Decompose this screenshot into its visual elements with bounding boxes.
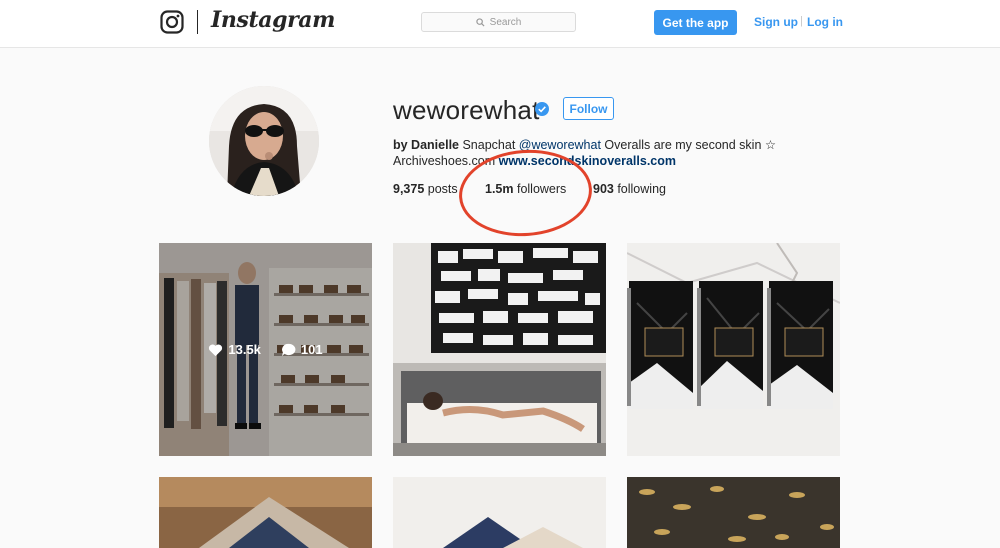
search-placeholder: Search bbox=[489, 16, 522, 28]
post-thumbnail[interactable] bbox=[159, 477, 372, 548]
profile-avatar[interactable] bbox=[209, 86, 319, 196]
post-thumbnail[interactable] bbox=[393, 243, 606, 456]
verified-badge-icon bbox=[535, 102, 549, 116]
search-input[interactable]: Search bbox=[421, 12, 576, 32]
posts-stat: 9,375 posts bbox=[393, 182, 458, 196]
top-navbar: Instagram Search Get the app Sign up | L… bbox=[0, 0, 1000, 48]
sign-up-link[interactable]: Sign up bbox=[754, 15, 798, 29]
likes-count-value: 13.5k bbox=[228, 342, 261, 357]
posts-label: posts bbox=[424, 182, 458, 196]
comment-bubble-icon bbox=[281, 343, 296, 356]
likes-count: 13.5k bbox=[208, 342, 261, 357]
search-icon bbox=[475, 17, 485, 27]
post-thumbnail[interactable]: 13.5k 101 bbox=[159, 243, 372, 456]
log-in-link[interactable]: Log in bbox=[807, 15, 843, 29]
heart-icon bbox=[209, 343, 223, 356]
comments-count-value: 101 bbox=[300, 342, 323, 357]
post-thumbnail[interactable] bbox=[627, 243, 840, 456]
posts-count: 9,375 bbox=[393, 182, 425, 196]
post-hover-overlay: 13.5k 101 bbox=[159, 243, 372, 456]
instagram-wordmark[interactable]: Instagram bbox=[211, 7, 335, 33]
comments-count: 101 bbox=[281, 342, 323, 357]
get-the-app-button[interactable]: Get the app bbox=[654, 10, 737, 35]
nav-separator: | bbox=[800, 15, 803, 27]
profile-username: weworewhat bbox=[393, 95, 540, 125]
post-thumbnail[interactable] bbox=[627, 477, 840, 548]
logo-divider bbox=[197, 10, 198, 34]
bio-full-name: by Danielle bbox=[393, 138, 459, 152]
bio-text: Overalls are my second skin ☆ bbox=[600, 138, 777, 152]
bio-line-1: by Danielle Snapchat @weworewhat Overall… bbox=[393, 137, 776, 152]
instagram-camera-icon[interactable] bbox=[160, 10, 184, 34]
following-stat[interactable]: 903 following bbox=[593, 182, 666, 196]
follow-button[interactable]: Follow bbox=[563, 97, 614, 120]
following-label: following bbox=[613, 182, 666, 196]
bio-text: Snapchat bbox=[459, 138, 519, 152]
post-thumbnail[interactable] bbox=[393, 477, 606, 548]
following-count: 903 bbox=[593, 182, 614, 196]
